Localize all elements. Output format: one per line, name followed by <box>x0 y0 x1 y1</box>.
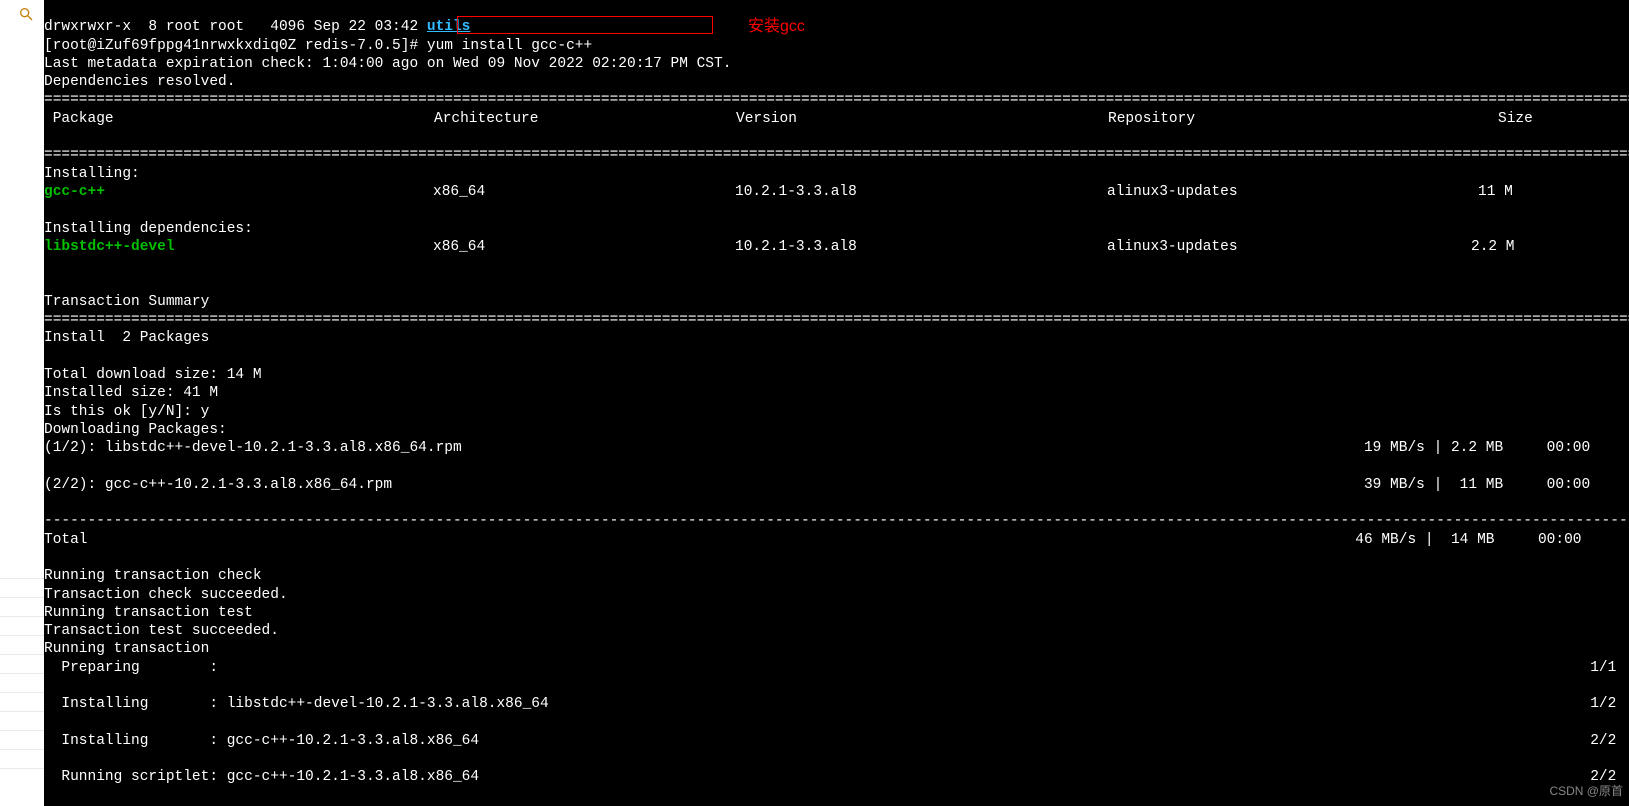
step-2: Installing : gcc-c++-10.2.1-3.3.al8.x86_… <box>44 732 479 750</box>
annotation-box <box>457 16 713 34</box>
watermark: CSDN @原首 <box>1549 782 1623 800</box>
tx-check-ok: Transaction check succeeded. <box>44 587 288 603</box>
run-tx: Running transaction <box>44 641 209 657</box>
install-count: Install 2 Packages <box>44 330 209 346</box>
dl-size: Total download size: 14 M <box>44 367 262 383</box>
total-label: Total <box>44 531 88 549</box>
metadata-line: Last metadata expiration check: 1:04:00 … <box>44 56 731 72</box>
size-gcc: 11 M <box>1478 183 1513 201</box>
dl-1-stats: 19 MB/s | 2.2 MB 00:00 <box>1364 439 1625 457</box>
col-repo: Repository <box>1108 110 1498 128</box>
ls-line: drwxrwxr-x 8 root root 4096 Sep 22 03:42 <box>44 19 418 35</box>
repo-libstdc: alinux3-updates <box>1107 238 1471 256</box>
confirm: Is this ok [y/N]: y <box>44 404 209 420</box>
tx-test-ok: Transaction test succeeded. <box>44 623 279 639</box>
separator-eq-mid: ========================================… <box>44 147 1629 163</box>
total-stats: 46 MB/s | 14 MB 00:00 <box>1355 531 1625 549</box>
installing-label: Installing: <box>44 166 140 182</box>
dl-2-stats: 39 MB/s | 11 MB 00:00 <box>1364 476 1625 494</box>
tx-summary: Transaction Summary <box>44 294 209 310</box>
inst-size: Installed size: 41 M <box>44 385 218 401</box>
sidebar-ruled-lines <box>0 560 44 769</box>
step-1: Installing : libstdc++-devel-10.2.1-3.3.… <box>44 695 549 713</box>
dl-2-name: (2/2): gcc-c++-10.2.1-3.3.al8.x86_64.rpm <box>44 476 392 494</box>
col-package: Package <box>44 110 434 128</box>
step-prep-r: 1/1 <box>1590 659 1625 677</box>
separator-eq-top: ========================================… <box>44 92 1629 108</box>
annotation-text: 安装gcc <box>748 18 805 36</box>
step-prep: Preparing : <box>44 659 218 677</box>
col-size: Size <box>1498 110 1533 128</box>
prompt-1: [root@iZuf69fppg41nrwxkxdiq0Z redis-7.0.… <box>44 38 592 54</box>
ver-gcc: 10.2.1-3.3.al8 <box>735 183 1107 201</box>
step-2-r: 2/2 <box>1590 732 1625 750</box>
deps-resolved: Dependencies resolved. <box>44 74 235 90</box>
step-3: Running scriptlet: gcc-c++-10.2.1-3.3.al… <box>44 768 479 786</box>
col-arch: Architecture <box>434 110 736 128</box>
size-libstdc: 2.2 M <box>1471 238 1515 256</box>
run-tx-check: Running transaction check <box>44 568 262 584</box>
step-1-r: 1/2 <box>1590 695 1625 713</box>
browser-sidebar <box>0 0 44 806</box>
separator-dash: ----------------------------------------… <box>44 513 1629 529</box>
search-icon[interactable] <box>18 6 34 22</box>
col-version: Version <box>736 110 1108 128</box>
pkg-libstdc: libstdc++-devel <box>44 238 433 256</box>
installing-deps-label: Installing dependencies: <box>44 221 253 237</box>
pkg-gcc: gcc-c++ <box>44 183 433 201</box>
run-tx-test: Running transaction test <box>44 605 253 621</box>
repo-gcc: alinux3-updates <box>1107 183 1478 201</box>
downloading: Downloading Packages: <box>44 422 227 438</box>
dl-1-name: (1/2): libstdc++-devel-10.2.1-3.3.al8.x8… <box>44 439 462 457</box>
arch-gcc: x86_64 <box>433 183 735 201</box>
terminal-pane[interactable]: drwxrwxr-x 8 root root 4096 Sep 22 03:42… <box>44 0 1629 806</box>
arch-libstdc: x86_64 <box>433 238 735 256</box>
separator-eq-bot: ========================================… <box>44 312 1629 328</box>
ver-libstdc: 10.2.1-3.3.al8 <box>735 238 1107 256</box>
